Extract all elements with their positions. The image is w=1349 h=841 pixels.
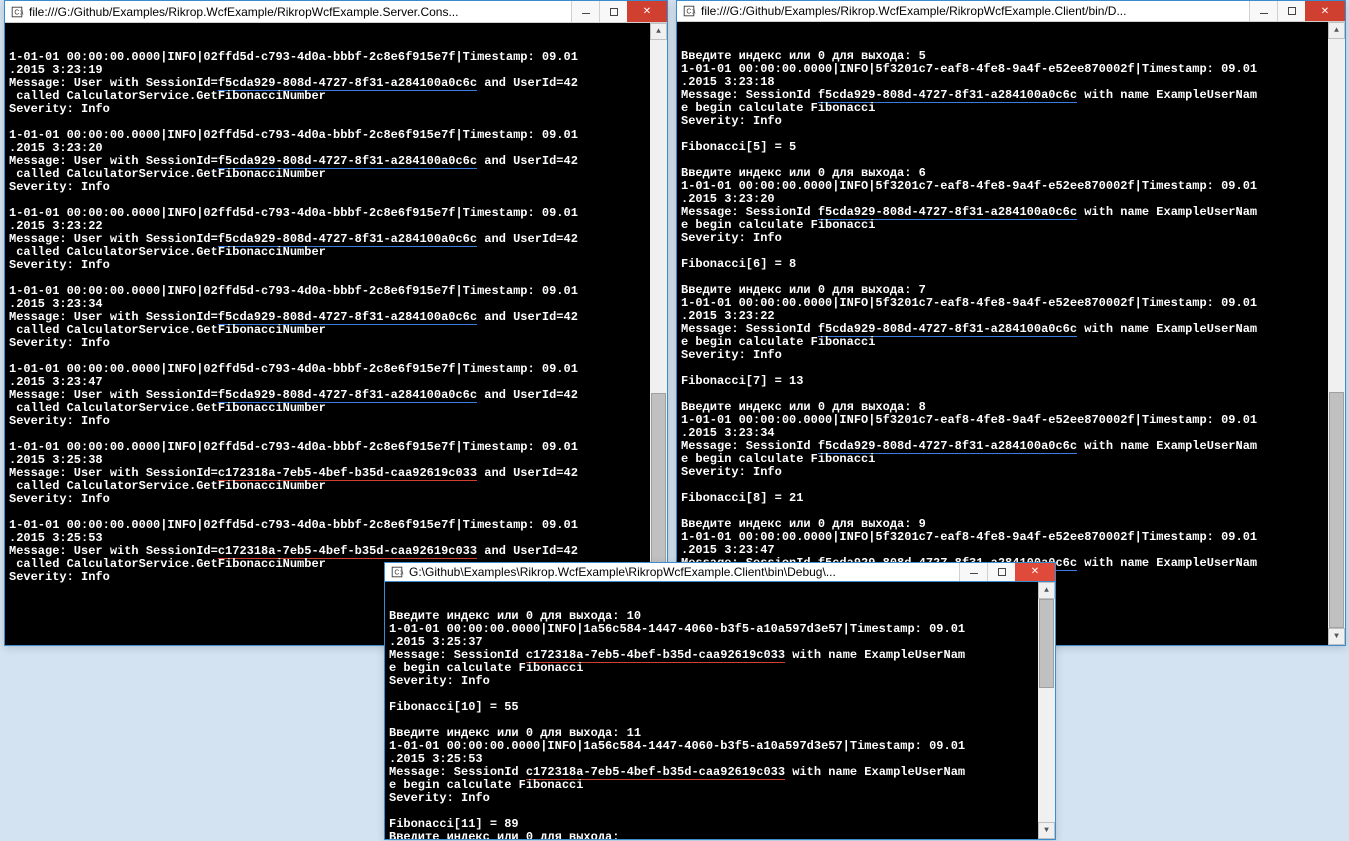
svg-text:C:\: C:\	[394, 570, 403, 577]
window-buttons	[1249, 1, 1345, 21]
close-button[interactable]	[1305, 1, 1345, 21]
scroll-up-button[interactable]: ▲	[1328, 22, 1345, 39]
app-icon: C:\	[10, 5, 24, 19]
console-output[interactable]: 1-01-01 00:00:00.0000|INFO|02ffd5d-c793-…	[5, 23, 667, 645]
svg-text:C:\: C:\	[686, 9, 695, 16]
minimize-button[interactable]	[959, 563, 987, 581]
scroll-track[interactable]	[1038, 599, 1055, 822]
window-title: file:///G:/Github/Examples/Rikrop.WcfExa…	[701, 4, 1249, 18]
scroll-track[interactable]	[1328, 39, 1345, 628]
console-text: Введите индекс или 0 для выхода: 10 1-01…	[389, 610, 1053, 839]
maximize-button[interactable]	[987, 563, 1015, 581]
scroll-thumb[interactable]	[1039, 599, 1054, 688]
scroll-down-button[interactable]: ▼	[1038, 822, 1055, 839]
minimize-button[interactable]	[571, 1, 599, 22]
titlebar[interactable]: C:\ file:///G:/Github/Examples/Rikrop.Wc…	[677, 1, 1345, 22]
window-title: G:\Github\Examples\Rikrop.WcfExample\Rik…	[409, 565, 959, 579]
window-buttons	[571, 1, 667, 22]
maximize-button[interactable]	[599, 1, 627, 22]
console-text: Введите индекс или 0 для выхода: 5 1-01-…	[681, 50, 1343, 635]
server-console-window[interactable]: C:\ file:///G:/Github/Examples/Rikrop.Wc…	[4, 0, 668, 646]
scroll-up-button[interactable]: ▲	[650, 23, 667, 40]
svg-text:C:\: C:\	[14, 9, 23, 16]
close-button[interactable]	[627, 1, 667, 22]
scroll-up-button[interactable]: ▲	[1038, 582, 1055, 599]
titlebar[interactable]: C:\ file:///G:/Github/Examples/Rikrop.Wc…	[5, 1, 667, 23]
vertical-scrollbar[interactable]: ▲ ▼	[1038, 582, 1055, 839]
scroll-down-button[interactable]: ▼	[1328, 628, 1345, 645]
maximize-button[interactable]	[1277, 1, 1305, 21]
console-text: 1-01-01 00:00:00.0000|INFO|02ffd5d-c793-…	[9, 51, 665, 584]
client2-console-window[interactable]: C:\ G:\Github\Examples\Rikrop.WcfExample…	[384, 562, 1056, 840]
console-output[interactable]: Введите индекс или 0 для выхода: 10 1-01…	[385, 582, 1055, 839]
scroll-thumb[interactable]	[1329, 392, 1344, 628]
client1-console-window[interactable]: C:\ file:///G:/Github/Examples/Rikrop.Wc…	[676, 0, 1346, 646]
vertical-scrollbar[interactable]: ▲ ▼	[650, 23, 667, 645]
minimize-button[interactable]	[1249, 1, 1277, 21]
vertical-scrollbar[interactable]: ▲ ▼	[1328, 22, 1345, 645]
console-output[interactable]: Введите индекс или 0 для выхода: 5 1-01-…	[677, 22, 1345, 645]
scroll-track[interactable]	[650, 40, 667, 628]
titlebar[interactable]: C:\ G:\Github\Examples\Rikrop.WcfExample…	[385, 563, 1055, 582]
app-icon: C:\	[390, 565, 404, 579]
close-button[interactable]	[1015, 563, 1055, 581]
window-buttons	[959, 563, 1055, 581]
window-title: file:///G:/Github/Examples/Rikrop.WcfExa…	[29, 5, 571, 19]
app-icon: C:\	[682, 4, 696, 18]
